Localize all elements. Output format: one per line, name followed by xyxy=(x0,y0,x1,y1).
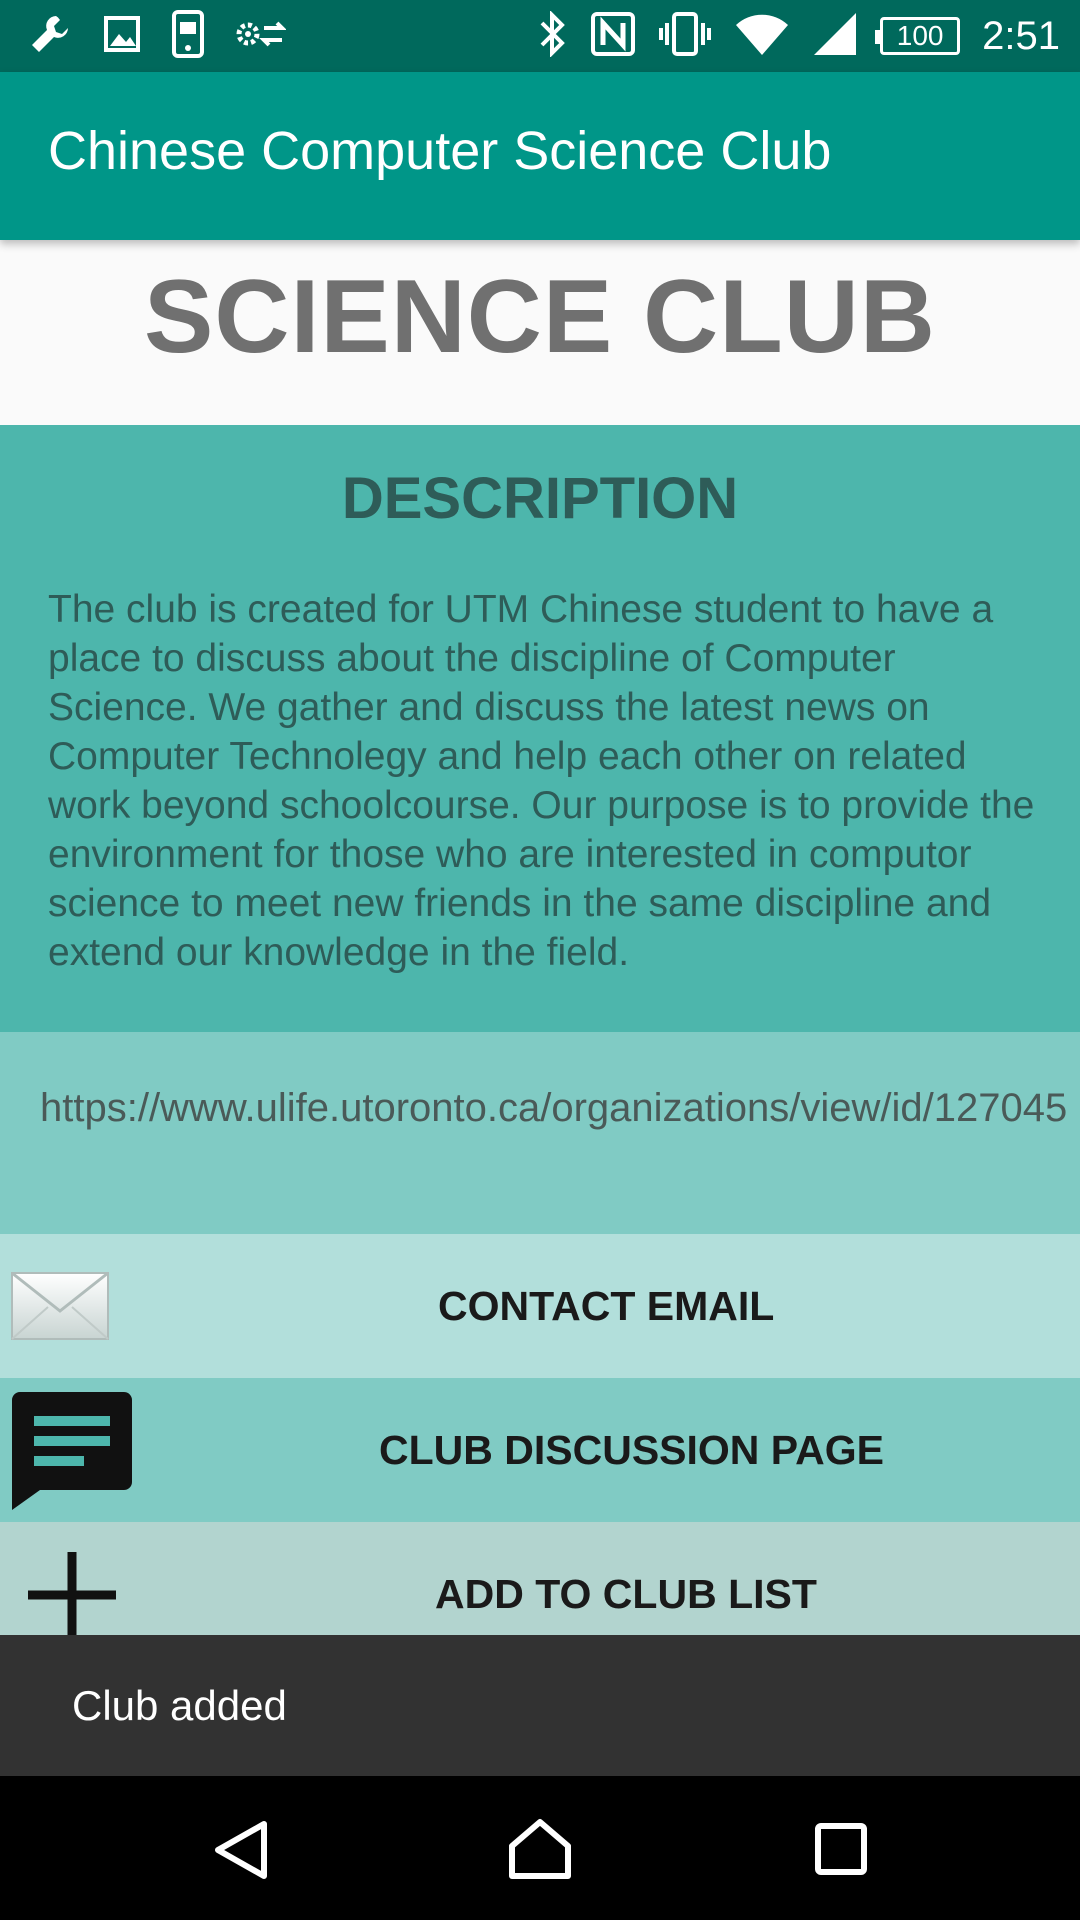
chat-icon xyxy=(10,1390,134,1516)
nfc-icon xyxy=(590,11,636,61)
image-icon xyxy=(102,14,142,58)
wrench-icon xyxy=(26,10,74,62)
snackbar: Club added xyxy=(0,1635,1080,1776)
club-name: SCIENCE CLUB xyxy=(143,259,937,375)
description-text: The club is created for UTM Chinese stud… xyxy=(48,588,1035,974)
status-left-icons xyxy=(26,10,287,62)
status-right-icons: 100 2:51 xyxy=(538,10,1060,62)
envelope-icon xyxy=(10,1271,110,1345)
navigation-bar xyxy=(0,1776,1080,1920)
bluetooth-icon xyxy=(538,10,568,61)
battery-indicator: 100 xyxy=(875,17,961,55)
snackbar-message: Club added xyxy=(72,1682,287,1729)
description-section: DESCRIPTION The club is created for UTM … xyxy=(0,425,1080,1032)
contact-email-label: CONTACT EMAIL xyxy=(438,1283,775,1329)
back-icon[interactable] xyxy=(212,1820,272,1884)
status-bar: 100 2:51 xyxy=(0,0,1080,72)
plus-icon xyxy=(28,1552,116,1642)
phone-icon xyxy=(170,10,206,62)
description-heading: DESCRIPTION xyxy=(341,466,739,531)
club-discussion-label: CLUB DISCUSSION PAGE xyxy=(379,1427,884,1473)
club-link-section: https://www.ulife.utoronto.ca/organizati… xyxy=(0,1032,1080,1234)
vibrate-icon xyxy=(658,11,712,61)
wifi-icon xyxy=(734,11,790,61)
settings-sync-icon xyxy=(234,14,287,58)
app-title: Chinese Computer Science Club xyxy=(48,121,832,181)
recents-icon[interactable] xyxy=(814,1822,868,1880)
clock: 2:51 xyxy=(982,13,1060,58)
app-bar: Chinese Computer Science Club xyxy=(0,72,1080,240)
signal-icon xyxy=(812,11,858,61)
club-discussion-button[interactable]: CLUB DISCUSSION PAGE xyxy=(0,1378,1080,1522)
contact-email-button[interactable]: CONTACT EMAIL xyxy=(0,1234,1080,1378)
club-header: SCIENCE CLUB xyxy=(0,240,1080,425)
club-url[interactable]: https://www.ulife.utoronto.ca/organizati… xyxy=(40,1084,1067,1133)
home-icon[interactable] xyxy=(508,1818,572,1884)
